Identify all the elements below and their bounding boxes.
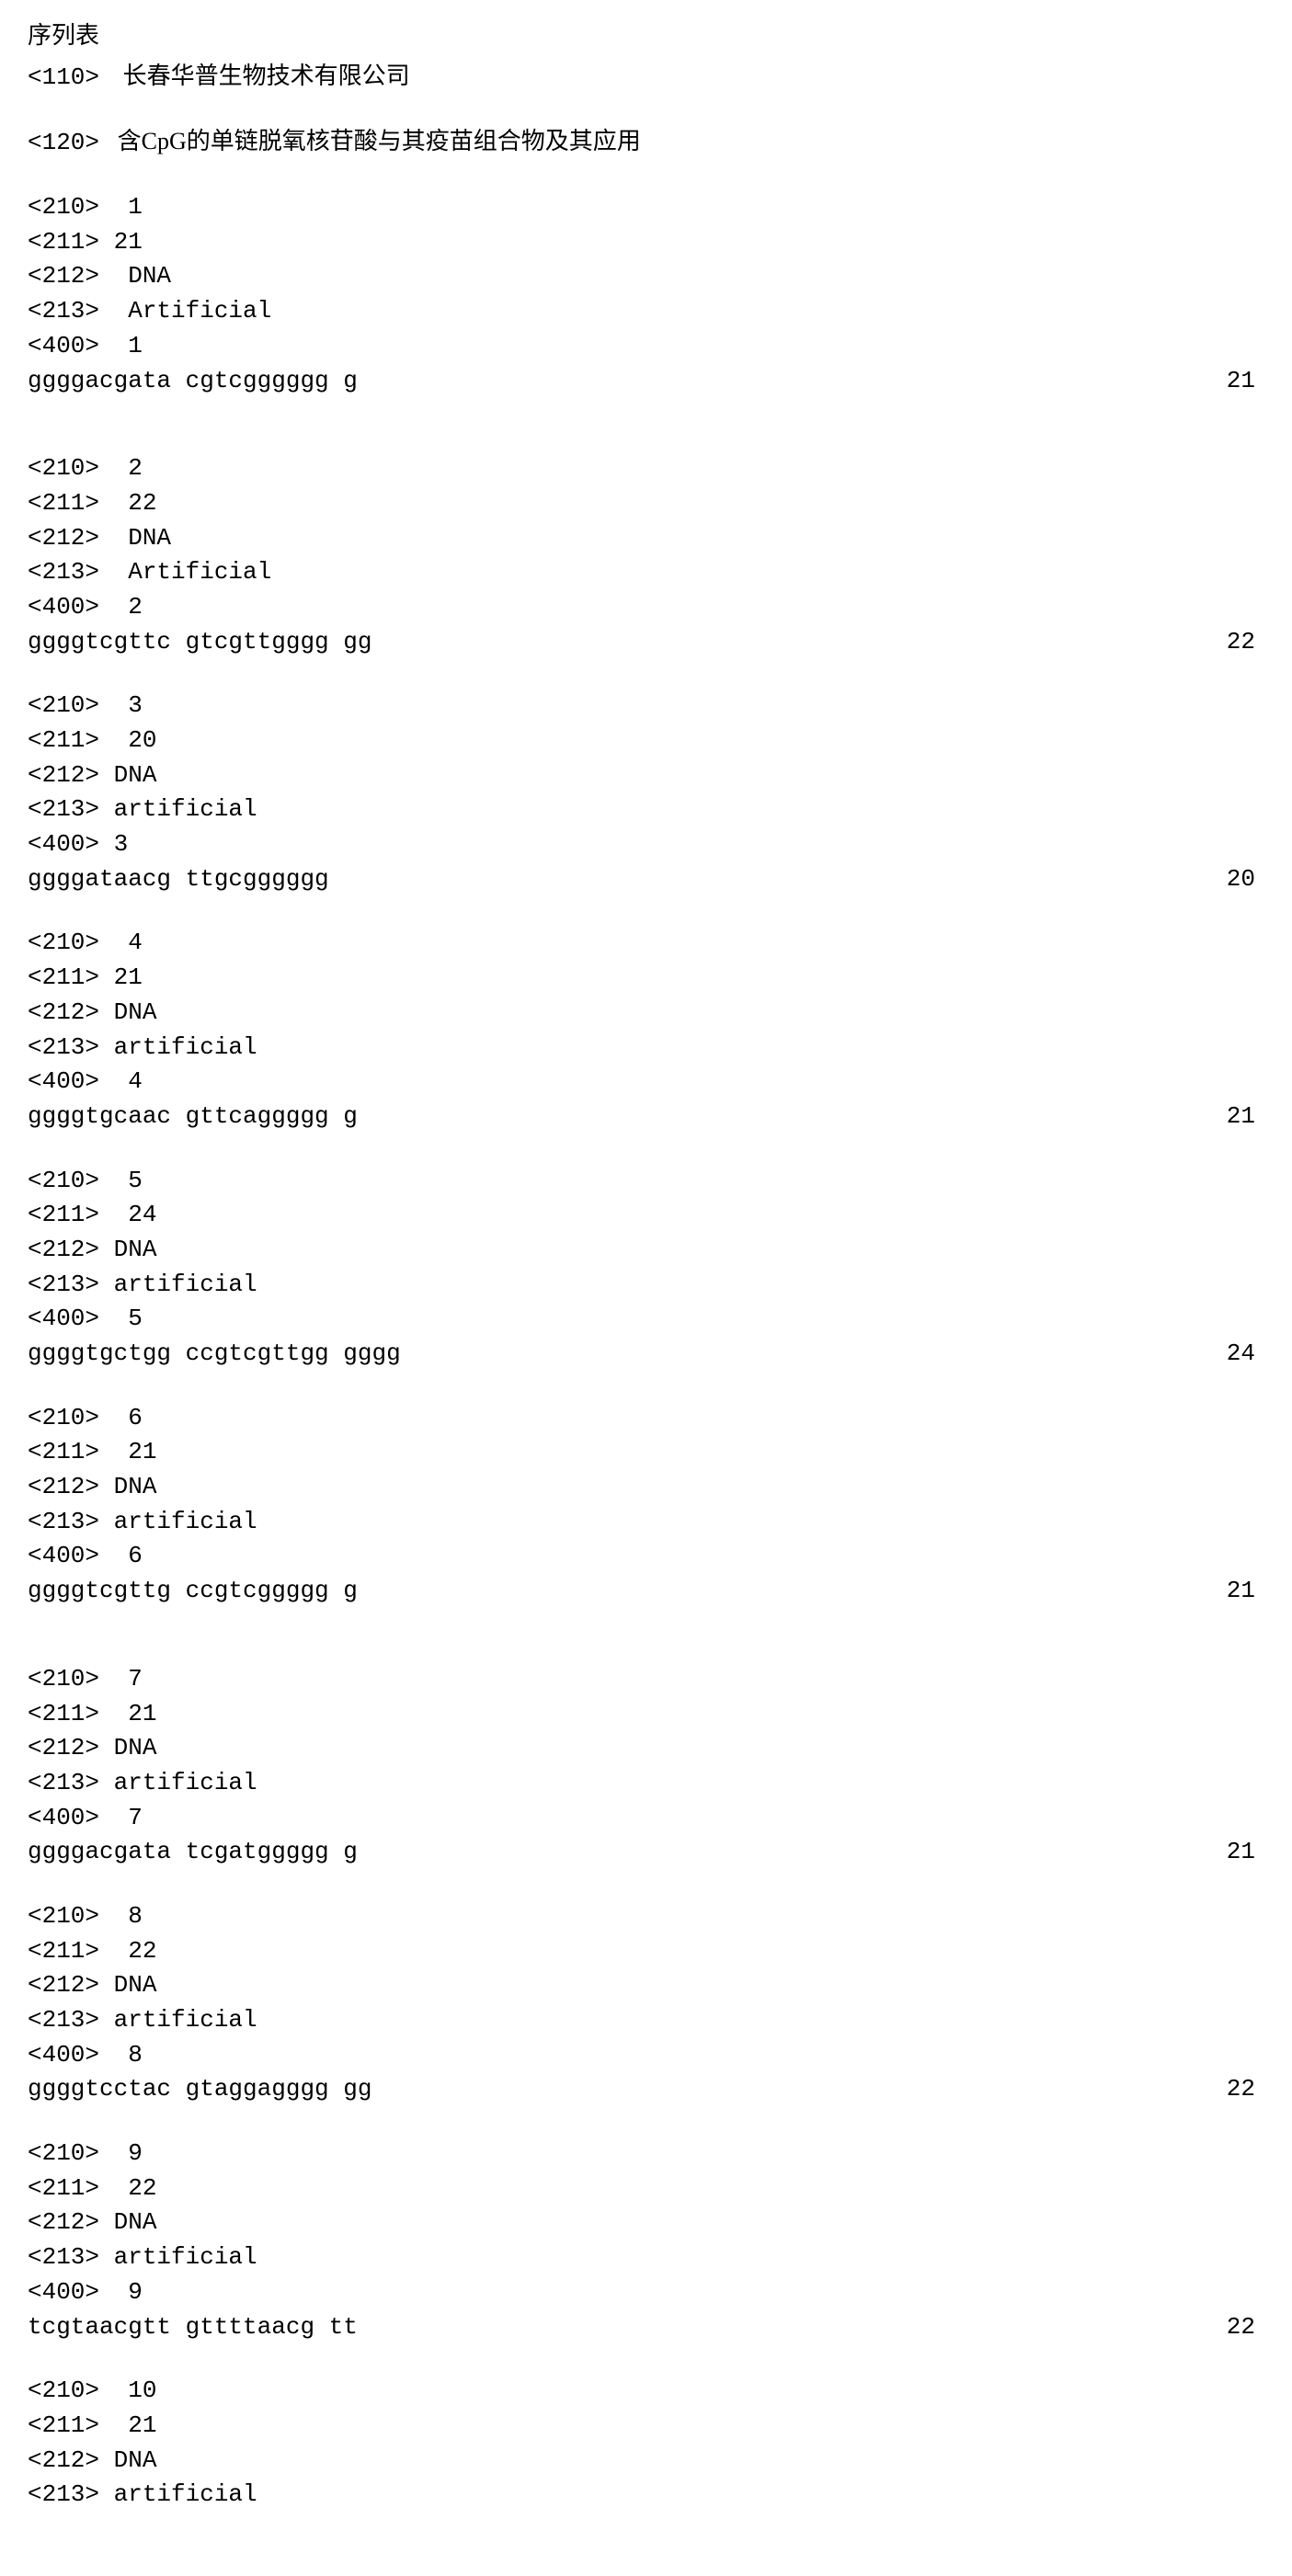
sequence-length: 21 bbox=[1227, 1835, 1264, 1870]
seq-tag-t213: <213> artificial bbox=[28, 1505, 1264, 1540]
sequence-length: 22 bbox=[1227, 2072, 1264, 2107]
sequence-text: ggggtcgttc gtcgttgggg gg bbox=[28, 625, 372, 660]
sequence-entry: <210> 6<211> 21<212> DNA<213> artificial… bbox=[28, 1401, 1264, 1609]
sequence-text: ggggataacg ttgcgggggg bbox=[28, 862, 329, 897]
seq-tag-t213: <213> artificial bbox=[28, 1766, 1264, 1801]
seq-tag-t212: <212> DNA bbox=[28, 1233, 1264, 1268]
seq-tag-t212: <212> DNA bbox=[28, 996, 1264, 1031]
sequence-entry: <210> 3<211> 20<212> DNA<213> artificial… bbox=[28, 689, 1264, 896]
sequence-length: 21 bbox=[1227, 1574, 1264, 1609]
seq-tag-t211: <211> 21 bbox=[28, 1435, 1264, 1470]
sequence-text: ggggtcgttg ccgtcggggg g bbox=[28, 1574, 358, 1609]
seq-tag-t213: <213> artificial bbox=[28, 792, 1264, 827]
sequence-row: ggggacgata tcgatggggg g 21 bbox=[28, 1835, 1264, 1870]
sequence-entry: <210> 9<211> 22<212> DNA<213> artificial… bbox=[28, 2137, 1264, 2344]
seq-tag-t213: <213> artificial bbox=[28, 1031, 1264, 1066]
seq-tag-t210: <210> 5 bbox=[28, 1164, 1264, 1199]
seq-tag-t400: <400> 5 bbox=[28, 1302, 1264, 1337]
sequence-length: 24 bbox=[1227, 1337, 1264, 1372]
seq-tag-t210: <210> 1 bbox=[28, 190, 1264, 225]
sequence-row: ggggtcgttc gtcgttgggg gg 22 bbox=[28, 625, 1264, 660]
sequence-text: ggggtgcaac gttcaggggg g bbox=[28, 1100, 358, 1134]
sequence-length: 22 bbox=[1227, 2310, 1264, 2345]
seq-tag-t212: <212> DNA bbox=[28, 758, 1264, 793]
seq-tag-t212: <212> DNA bbox=[28, 2206, 1264, 2240]
seq-tag-t400: <400> 7 bbox=[28, 1801, 1264, 1836]
seq-tag-t400: <400> 4 bbox=[28, 1065, 1264, 1100]
sequence-row: ggggtcgttg ccgtcggggg g 21 bbox=[28, 1574, 1264, 1609]
seq-tag-t211: <211> 22 bbox=[28, 2171, 1264, 2206]
sequence-row: ggggtcctac gtaggagggg gg 22 bbox=[28, 2072, 1264, 2107]
seq-tag-t210: <210> 8 bbox=[28, 1899, 1264, 1934]
seq-tag-t212: <212> DNA bbox=[28, 1470, 1264, 1505]
sequence-row: ggggacgata cgtcgggggg g 21 bbox=[28, 364, 1264, 399]
seq-tag-t211: <211> 20 bbox=[28, 724, 1264, 758]
tag-120: <120> bbox=[28, 129, 99, 156]
sequence-entry: <210> 5<211> 24<212> DNA<213> artificial… bbox=[28, 1164, 1264, 1372]
sequence-text: tcgtaacgtt gttttaacg tt bbox=[28, 2310, 358, 2345]
sequence-length: 21 bbox=[1227, 1100, 1264, 1134]
seq-tag-t400: <400> 2 bbox=[28, 590, 1264, 625]
sequence-row: tcgtaacgtt gttttaacg tt 22 bbox=[28, 2310, 1264, 2345]
seq-tag-t213: <213> artificial bbox=[28, 1268, 1264, 1303]
seq-tag-t213: <213> Artificial bbox=[28, 555, 1264, 590]
sequence-entry: <210> 7<211> 21<212> DNA<213> artificial… bbox=[28, 1662, 1264, 1870]
seq-tag-t211: <211> 21 bbox=[28, 225, 1264, 260]
tag-110: <110> bbox=[28, 63, 99, 91]
sequence-text: ggggtcctac gtaggagggg gg bbox=[28, 2072, 372, 2107]
seq-tag-t211: <211> 24 bbox=[28, 1198, 1264, 1233]
seq-tag-t211: <211> 22 bbox=[28, 486, 1264, 521]
sequence-row: ggggtgcaac gttcaggggg g 21 bbox=[28, 1100, 1264, 1134]
seq-tag-t210: <210> 10 bbox=[28, 2374, 1264, 2409]
seq-tag-t210: <210> 3 bbox=[28, 689, 1264, 724]
seq-tag-t212: <212> DNA bbox=[28, 259, 1264, 294]
seq-tag-t400: <400> 8 bbox=[28, 2038, 1264, 2073]
sequence-text: ggggacgata cgtcgggggg g bbox=[28, 364, 358, 399]
sequence-length: 20 bbox=[1227, 862, 1264, 897]
sequence-entry: <210> 10<211> 21<212> DNA<213> artificia… bbox=[28, 2374, 1264, 2513]
seq-tag-t400: <400> 1 bbox=[28, 329, 1264, 364]
seq-tag-t400: <400> 3 bbox=[28, 827, 1264, 862]
sequence-row: ggggataacg ttgcgggggg 20 bbox=[28, 862, 1264, 897]
applicant-name: 长春华普生物技术有限公司 bbox=[123, 63, 410, 89]
seq-tag-t212: <212> DNA bbox=[28, 2444, 1264, 2479]
seq-tag-t400: <400> 6 bbox=[28, 1539, 1264, 1574]
invention-title: 含CpG的单链脱氧核苷酸与其疫苗组合物及其应用 bbox=[118, 128, 641, 154]
seq-tag-t212: <212> DNA bbox=[28, 521, 1264, 556]
sequence-entry: <210> 8<211> 22<212> DNA<213> artificial… bbox=[28, 1899, 1264, 2107]
sequence-text: ggggtgctgg ccgtcgttgg gggg bbox=[28, 1337, 401, 1372]
seq-tag-t211: <211> 21 bbox=[28, 2409, 1264, 2444]
seq-tag-t400: <400> 9 bbox=[28, 2275, 1264, 2310]
seq-tag-t211: <211> 22 bbox=[28, 1934, 1264, 1969]
seq-tag-t210: <210> 4 bbox=[28, 926, 1264, 961]
doc-title: 序列表 bbox=[28, 18, 1264, 53]
seq-tag-t213: <213> artificial bbox=[28, 2478, 1264, 2513]
seq-tag-t210: <210> 6 bbox=[28, 1401, 1264, 1436]
seq-tag-t212: <212> DNA bbox=[28, 1731, 1264, 1766]
sequence-length: 22 bbox=[1227, 625, 1264, 660]
seq-tag-t210: <210> 9 bbox=[28, 2137, 1264, 2171]
seq-tag-t211: <211> 21 bbox=[28, 961, 1264, 996]
seq-tag-t213: <213> artificial bbox=[28, 2240, 1264, 2275]
seq-tag-t213: <213> Artificial bbox=[28, 294, 1264, 329]
seq-tag-t211: <211> 21 bbox=[28, 1697, 1264, 1732]
seq-tag-t210: <210> 2 bbox=[28, 451, 1264, 486]
sequence-row: ggggtgctgg ccgtcgttgg gggg 24 bbox=[28, 1337, 1264, 1372]
seq-tag-t210: <210> 7 bbox=[28, 1662, 1264, 1697]
sequence-text: ggggacgata tcgatggggg g bbox=[28, 1835, 358, 1870]
sequence-entry: <210> 2<211> 22<212> DNA<213> Artificial… bbox=[28, 451, 1264, 659]
sequence-length: 21 bbox=[1227, 364, 1264, 399]
seq-tag-t213: <213> artificial bbox=[28, 2003, 1264, 2038]
seq-tag-t212: <212> DNA bbox=[28, 1968, 1264, 2003]
sequence-entry: <210> 1<211> 21<212> DNA<213> Artificial… bbox=[28, 190, 1264, 398]
sequence-entry: <210> 4<211> 21<212> DNA<213> artificial… bbox=[28, 926, 1264, 1134]
